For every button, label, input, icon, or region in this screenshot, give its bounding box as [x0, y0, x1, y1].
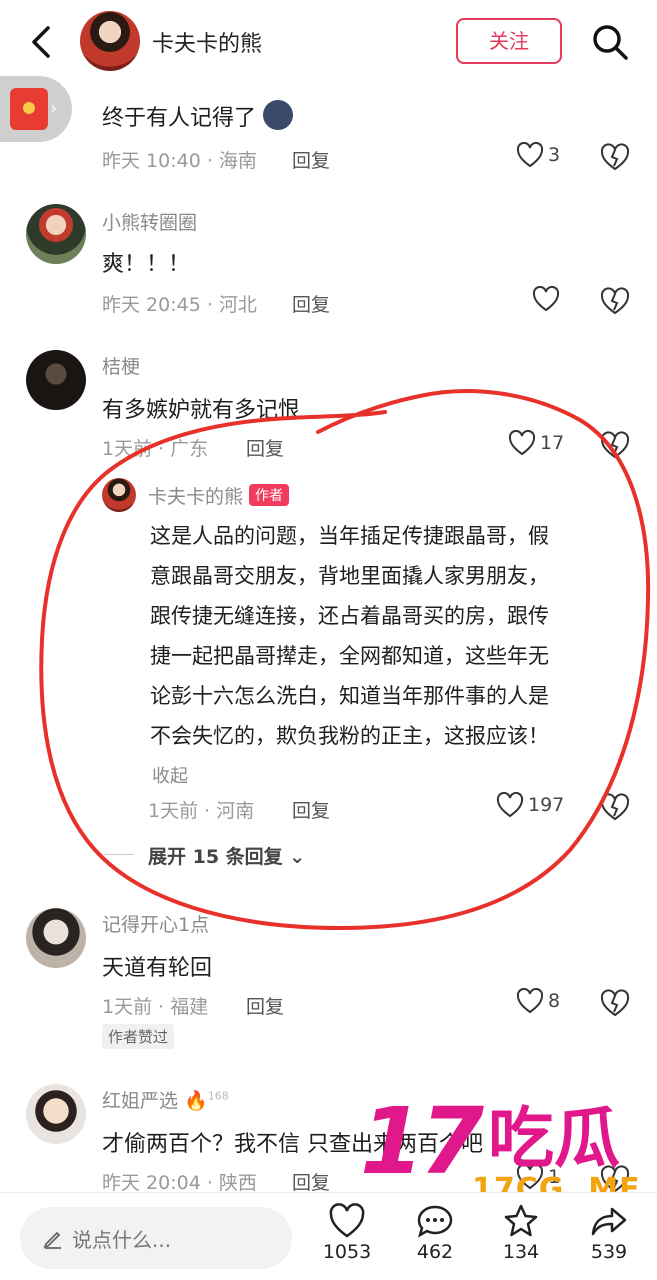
username[interactable]: 红姐严选 🔥168 — [102, 1086, 229, 1113]
reply-button[interactable]: 回复 — [292, 796, 330, 823]
favorite-count: 134 — [502, 1241, 540, 1263]
heart-icon — [516, 988, 544, 1014]
like-count: 8 — [548, 990, 561, 1012]
comment-bubble-icon — [417, 1205, 453, 1238]
comment-meta: 1天前 · 福建 — [102, 996, 209, 1018]
user-level: 168 — [207, 1089, 229, 1103]
author-reply-text: 这是人品的问题，当年插足传捷跟晶哥，假 意跟晶哥交朋友，背地里面撬人家男朋友， … — [150, 524, 549, 748]
site-watermark: 17 吃瓜 17CG. ME — [360, 1088, 650, 1208]
author-name[interactable]: 卡夫卡的熊 — [152, 26, 262, 58]
heart-icon — [329, 1203, 365, 1238]
username[interactable]: 记得开心1点 — [102, 910, 209, 937]
reply-button[interactable]: 回复 — [292, 290, 330, 317]
search-icon[interactable] — [590, 22, 630, 62]
dislike-icon[interactable] — [600, 286, 630, 316]
star-icon — [504, 1204, 538, 1237]
share-icon — [591, 1207, 627, 1236]
favorite-action[interactable]: 134 — [486, 1203, 556, 1263]
like-button[interactable]: 197 — [496, 792, 564, 818]
emoji-icon — [263, 100, 294, 130]
top-bar: 卡夫卡的熊 关注 — [0, 0, 657, 84]
user-avatar[interactable] — [26, 1084, 86, 1144]
expand-replies-button[interactable]: 展开 15 条回复 ⌄ — [148, 842, 305, 869]
like-count: 1053 — [322, 1241, 372, 1263]
heart-icon — [508, 430, 536, 456]
author-reply-username[interactable]: 卡夫卡的熊 作者 — [148, 482, 290, 509]
comment-meta: 昨天 10:40 · 海南 — [102, 150, 257, 172]
like-action[interactable]: 1053 — [312, 1203, 382, 1263]
collapse-button[interactable]: 收起 — [152, 762, 188, 788]
comment-text: 有多嫉妒就有多记恨 — [102, 398, 301, 423]
comment-input[interactable]: 说点什么... — [20, 1207, 292, 1269]
like-button[interactable]: 8 — [516, 988, 560, 1014]
comment-meta: 昨天 20:45 · 河北 — [102, 294, 257, 316]
user-avatar[interactable] — [26, 204, 86, 264]
username[interactable]: 桔梗 — [102, 352, 140, 379]
like-count: 17 — [540, 432, 565, 454]
reply-button[interactable]: 回复 — [246, 434, 284, 461]
bottom-bar: 说点什么... 1053 462 134 539 — [0, 1192, 657, 1280]
chevron-down-icon: ⌄ — [289, 846, 306, 868]
like-count: 3 — [548, 144, 561, 166]
fire-icon: 🔥 — [184, 1090, 208, 1112]
pen-icon — [43, 1231, 61, 1249]
comment-text: 终于有人记得了 — [102, 100, 294, 132]
divider — [104, 854, 134, 855]
comment-input-placeholder: 说点什么... — [72, 1228, 172, 1252]
author-reply-meta: 1天前 · 河南 — [148, 800, 255, 822]
heart-icon — [496, 792, 524, 818]
red-packet-icon — [10, 88, 48, 130]
username[interactable]: 小熊转圈圈 — [102, 208, 197, 235]
watermark-brand: 吃瓜 — [488, 1100, 620, 1177]
comment-text: 天道有轮回 — [102, 956, 213, 981]
back-icon[interactable] — [22, 22, 62, 62]
reply-button[interactable]: 回复 — [292, 146, 330, 173]
reply-button[interactable]: 回复 — [292, 1168, 330, 1195]
like-button[interactable]: 17 — [508, 430, 564, 456]
comment-text: 爽！！！ — [102, 252, 191, 277]
like-button[interactable] — [532, 286, 564, 312]
share-action[interactable]: 539 — [574, 1203, 644, 1263]
comment-action[interactable]: 462 — [400, 1203, 470, 1263]
follow-button[interactable]: 关注 — [456, 18, 562, 64]
dislike-icon[interactable] — [600, 142, 630, 172]
dislike-icon[interactable] — [600, 430, 630, 460]
chevron-right-icon: › — [50, 98, 58, 119]
heart-icon — [532, 286, 560, 312]
user-avatar[interactable] — [26, 350, 86, 410]
dislike-icon[interactable] — [600, 988, 630, 1018]
dislike-icon[interactable] — [600, 792, 630, 822]
comment-meta: 1天前 · 广东 — [102, 438, 209, 460]
comment-meta: 昨天 20:04 · 陕西 — [102, 1172, 257, 1194]
user-avatar[interactable] — [26, 908, 86, 968]
author-reply-avatar[interactable] — [102, 478, 136, 512]
author-tag: 作者 — [249, 484, 290, 506]
heart-icon — [516, 142, 544, 168]
share-count: 539 — [590, 1241, 628, 1263]
watermark-number: 17 — [360, 1088, 484, 1195]
like-button[interactable]: 3 — [516, 142, 560, 168]
like-count: 197 — [528, 794, 565, 816]
red-packet-float[interactable]: › — [0, 76, 72, 142]
comment-count: 462 — [416, 1241, 454, 1263]
reply-button[interactable]: 回复 — [246, 992, 284, 1019]
author-avatar[interactable] — [80, 11, 140, 71]
author-liked-badge: 作者赞过 — [102, 1024, 175, 1049]
